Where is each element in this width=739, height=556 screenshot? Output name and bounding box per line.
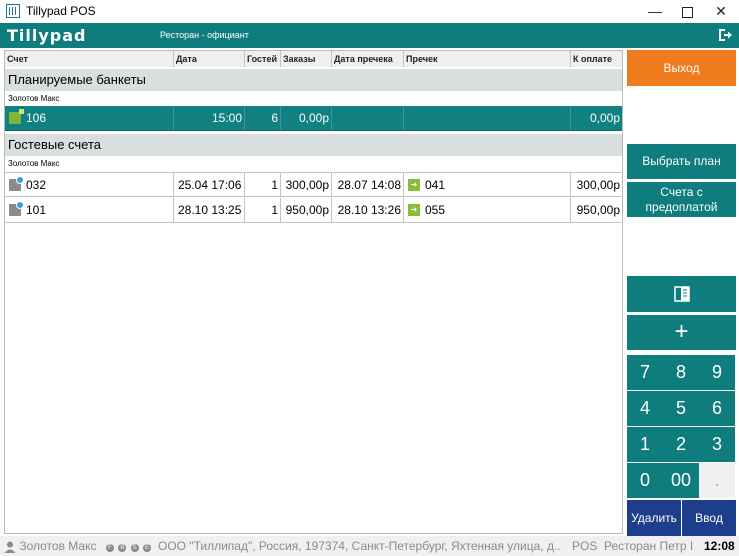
status-terminal: POS bbox=[572, 539, 598, 553]
panel-layout-icon bbox=[673, 286, 690, 302]
key-0[interactable]: 0 bbox=[627, 463, 663, 498]
app-header: Tillypad Ресторан - официант bbox=[0, 23, 739, 48]
column-header-account[interactable]: Счет bbox=[5, 51, 174, 67]
cell-to-pay: 0,00р bbox=[589, 111, 620, 125]
delete-button[interactable]: Удалить bbox=[627, 500, 681, 536]
maximize-icon[interactable] bbox=[670, 0, 704, 23]
cell-precheck bbox=[404, 106, 571, 130]
app-icon bbox=[6, 4, 20, 18]
cell-precheck: ➜ 041 bbox=[404, 173, 571, 196]
column-header-precheck-date[interactable]: Дата пречека bbox=[332, 51, 404, 67]
section-header-banquets: Планируемые банкеты bbox=[5, 69, 622, 91]
prepaid-accounts-button[interactable]: Счета с предоплатой bbox=[627, 182, 736, 217]
column-header-orders[interactable]: Заказы bbox=[281, 51, 332, 67]
guest-account-icon bbox=[9, 200, 24, 216]
column-header-date[interactable]: Дата bbox=[174, 51, 245, 67]
exit-button[interactable]: Выход bbox=[627, 50, 736, 86]
key-4[interactable]: 4 bbox=[627, 391, 663, 426]
cell-date: 15:00 bbox=[174, 106, 245, 130]
status-restaurant: Ресторан Петр I bbox=[604, 539, 694, 553]
section-owner: Золотов Макс bbox=[5, 158, 622, 170]
status-clock: 12:08 bbox=[704, 539, 735, 553]
cell-guests: 1 bbox=[245, 198, 281, 222]
key-1[interactable]: 1 bbox=[627, 427, 663, 462]
plus-button[interactable]: + bbox=[627, 315, 736, 350]
cell-precheck-date bbox=[332, 106, 404, 130]
window-titlebar: Tillypad POS — ✕ bbox=[0, 0, 739, 24]
table-row[interactable]: 101 28.10 13:25 1 950,00р 28.10 13:26 ➜ 0… bbox=[5, 198, 622, 223]
enter-button[interactable]: Ввод bbox=[682, 500, 736, 536]
cell-orders: 300,00р bbox=[281, 173, 332, 196]
cell-to-pay: 300,00р bbox=[576, 178, 620, 192]
panel-toggle-button[interactable] bbox=[627, 276, 736, 312]
column-header-to-pay[interactable]: К оплате bbox=[571, 51, 622, 67]
precheck-icon: ➜ bbox=[408, 178, 420, 191]
key-00[interactable]: 00 bbox=[663, 463, 699, 498]
status-bar: Золотов Макс F B S E ООО "Тиллипад", Рос… bbox=[0, 536, 739, 556]
key-3[interactable]: 3 bbox=[699, 427, 735, 462]
cell-account: 106 bbox=[5, 106, 174, 130]
logo: Tillypad bbox=[7, 26, 87, 45]
indicator-b: B bbox=[118, 543, 127, 552]
key-2[interactable]: 2 bbox=[663, 427, 699, 462]
choose-plan-button[interactable]: Выбрать план bbox=[627, 144, 736, 179]
close-icon[interactable]: ✕ bbox=[704, 0, 738, 23]
cell-guests: 1 bbox=[245, 173, 281, 196]
cell-to-pay: 950,00р bbox=[576, 203, 620, 217]
column-header-guests[interactable]: Гостей bbox=[245, 51, 281, 67]
window-title: Tillypad POS bbox=[26, 4, 96, 18]
status-user-name: Золотов Макс bbox=[19, 539, 97, 553]
status-indicators: F B S E bbox=[106, 540, 152, 554]
status-company: ООО "Тиллипад", Россия, 197374, Санкт-Пе… bbox=[158, 539, 560, 553]
key-decimal[interactable]: . bbox=[699, 463, 735, 498]
cell-guests: 6 bbox=[245, 106, 281, 130]
user-icon bbox=[4, 541, 16, 553]
status-user: Золотов Макс bbox=[4, 539, 96, 553]
indicator-s: S bbox=[130, 543, 139, 552]
key-5[interactable]: 5 bbox=[663, 391, 699, 426]
logout-icon[interactable] bbox=[717, 27, 733, 43]
mode-label: Ресторан - официант bbox=[160, 30, 249, 40]
table-row[interactable]: 106 15:00 6 0,00р 0,00р bbox=[5, 106, 622, 131]
cell-precheck-date: 28.07 14:08 bbox=[332, 173, 404, 196]
cell-orders: 950,00р bbox=[281, 198, 332, 222]
cell-account: 101 bbox=[5, 198, 174, 222]
section-owner: Золотов Макс bbox=[5, 93, 622, 105]
indicator-e: E bbox=[143, 543, 152, 552]
key-9[interactable]: 9 bbox=[699, 355, 735, 390]
guest-account-icon bbox=[9, 175, 24, 191]
banquet-icon bbox=[9, 108, 24, 124]
column-header-precheck[interactable]: Пречек bbox=[404, 51, 571, 67]
table-row[interactable]: 032 25.04 17:06 1 300,00р 28.07 14:08 ➜ 0… bbox=[5, 172, 622, 197]
precheck-icon: ➜ bbox=[408, 203, 420, 216]
accounts-table: Счет Дата Гостей Заказы Дата пречека Пре… bbox=[4, 50, 623, 534]
cell-precheck: ➜ 055 bbox=[404, 198, 571, 222]
section-header-guest-accounts: Гостевые счета bbox=[5, 134, 622, 156]
cell-date: 25.04 17:06 bbox=[174, 173, 245, 196]
cell-orders: 0,00р bbox=[281, 106, 332, 130]
key-8[interactable]: 8 bbox=[663, 355, 699, 390]
cell-precheck-date: 28.10 13:26 bbox=[332, 198, 404, 222]
key-6[interactable]: 6 bbox=[699, 391, 735, 426]
minimize-icon[interactable]: — bbox=[638, 0, 672, 23]
indicator-f: F bbox=[106, 543, 114, 552]
cell-date: 28.10 13:25 bbox=[174, 198, 245, 222]
key-7[interactable]: 7 bbox=[627, 355, 663, 390]
cell-account: 032 bbox=[5, 173, 174, 196]
